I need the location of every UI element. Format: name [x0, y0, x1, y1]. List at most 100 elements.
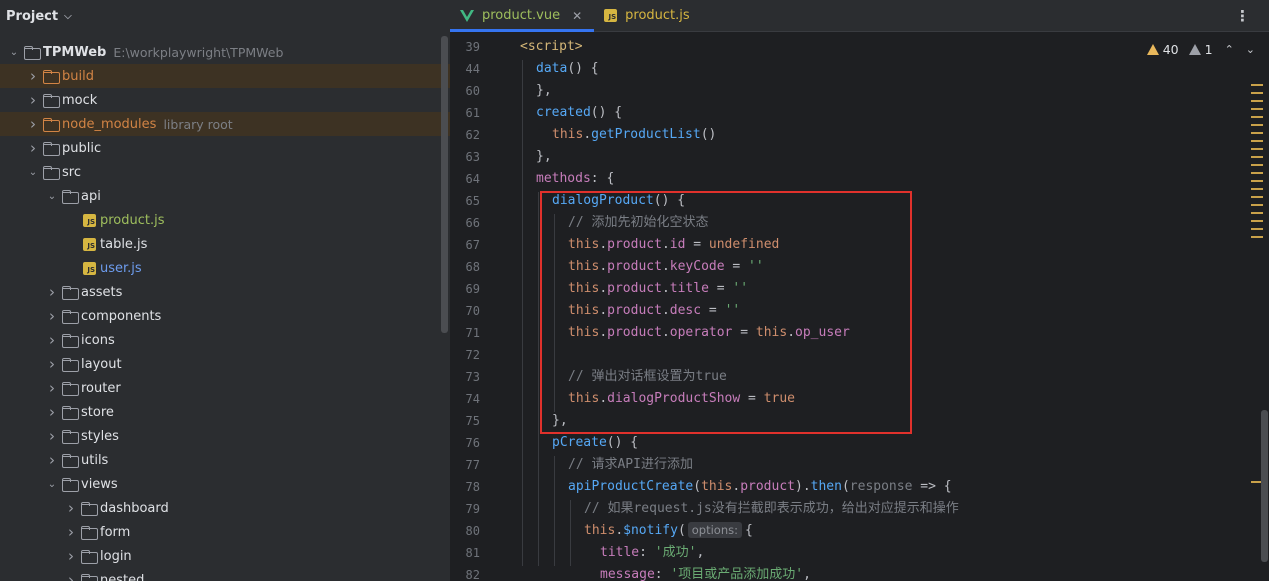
tree-item-components[interactable]: › components — [0, 304, 450, 328]
project-view-selector[interactable]: Project ⌵ — [0, 0, 450, 32]
chevron-down-icon[interactable]: ⌄ — [44, 184, 60, 208]
warning-marker[interactable] — [1251, 100, 1263, 102]
code-line[interactable]: data() { — [536, 58, 599, 80]
chevron-right-icon[interactable]: › — [44, 328, 60, 352]
tree-item-assets[interactable]: › assets — [0, 280, 450, 304]
code-line[interactable]: }, — [552, 410, 568, 432]
chevron-right-icon[interactable]: › — [63, 544, 79, 568]
tree-item-build[interactable]: › build — [0, 64, 450, 88]
code-line[interactable]: methods: { — [536, 168, 614, 190]
more-options-icon[interactable]: ⋮ — [1235, 0, 1250, 32]
chevron-right-icon[interactable]: › — [25, 88, 41, 112]
warning-marker[interactable] — [1251, 164, 1263, 166]
code-line[interactable]: this.product.desc = '' — [568, 300, 740, 322]
error-stripe[interactable] — [1249, 36, 1269, 581]
tree-item-src[interactable]: ⌄ src — [0, 160, 450, 184]
tab-product-vue[interactable]: product.vue ✕ — [450, 0, 595, 32]
warning-marker[interactable] — [1251, 156, 1263, 158]
code-token: id — [669, 237, 686, 252]
code-line[interactable]: // 弹出对话框设置为true — [568, 366, 727, 388]
warning-marker[interactable] — [1251, 92, 1263, 94]
code-line[interactable]: title: '成功', — [600, 542, 704, 564]
code-line[interactable]: // 请求API进行添加 — [568, 454, 693, 476]
tree-item-router[interactable]: › router — [0, 376, 450, 400]
chevron-down-icon[interactable]: ⌄ — [25, 160, 41, 184]
chevron-down-icon[interactable]: ⌄ — [44, 472, 60, 496]
chevron-right-icon[interactable]: › — [25, 136, 41, 160]
warning-marker[interactable] — [1251, 180, 1263, 182]
chevron-right-icon[interactable]: › — [25, 64, 41, 88]
warning-marker[interactable] — [1251, 236, 1263, 238]
code-line[interactable]: message: '项目或产品添加成功', — [600, 564, 811, 581]
warning-marker[interactable] — [1251, 212, 1263, 214]
code-line[interactable]: this.getProductList() — [552, 124, 716, 146]
tree-item-api[interactable]: ⌄ api — [0, 184, 450, 208]
tree-item-dashboard[interactable]: › dashboard — [0, 496, 450, 520]
tree-item-layout[interactable]: › layout — [0, 352, 450, 376]
tree-item-login[interactable]: › login — [0, 544, 450, 568]
warning-marker[interactable] — [1251, 148, 1263, 150]
code-token: this — [755, 325, 788, 340]
tree-item-tpmweb[interactable]: ⌄ TPMWeb E:\workplaywright\TPMWeb — [0, 40, 450, 64]
warning-marker[interactable] — [1251, 196, 1263, 198]
code-line[interactable]: // 如果request.js没有拦截即表示成功，给出对应提示和操作 — [584, 498, 959, 520]
code-line[interactable]: }, — [536, 146, 552, 168]
warning-marker[interactable] — [1251, 140, 1263, 142]
tree-item-mock[interactable]: › mock — [0, 88, 450, 112]
chevron-right-icon[interactable]: › — [44, 280, 60, 304]
chevron-right-icon[interactable]: › — [44, 304, 60, 328]
code-line[interactable]: }, — [536, 80, 552, 102]
tree-item-node-modules[interactable]: › node_modules library root — [0, 112, 450, 136]
chevron-right-icon[interactable]: › — [44, 448, 60, 472]
warning-marker[interactable] — [1251, 220, 1263, 222]
warning-marker[interactable] — [1251, 84, 1263, 86]
tree-item-table-js[interactable]: JS table.js — [0, 232, 450, 256]
code-line[interactable]: this.product.keyCode = '' — [568, 256, 764, 278]
chevron-right-icon[interactable]: › — [63, 568, 79, 581]
tree-item-store[interactable]: › store — [0, 400, 450, 424]
code-line[interactable]: this.$notify(options:{ — [584, 520, 753, 542]
inspection-widget[interactable]: 40 1 ⌃ ⌄ — [1146, 40, 1255, 58]
warning-marker[interactable] — [1251, 228, 1263, 230]
warning-marker[interactable] — [1251, 116, 1263, 118]
chevron-right-icon[interactable]: › — [63, 496, 79, 520]
tree-item-nested[interactable]: › nested — [0, 568, 450, 581]
tree-item-views[interactable]: ⌄ views — [0, 472, 450, 496]
warning-marker[interactable] — [1251, 132, 1263, 134]
code-line[interactable]: <script> — [520, 36, 583, 58]
tree-item-icons[interactable]: › icons — [0, 328, 450, 352]
code-line[interactable]: this.product.title = '' — [568, 278, 748, 300]
warning-marker[interactable] — [1251, 188, 1263, 190]
tree-item-user-js[interactable]: JS user.js — [0, 256, 450, 280]
code-line[interactable]: // 添加先初始化空状态 — [568, 212, 708, 234]
tree-item-product-js[interactable]: JS product.js — [0, 208, 450, 232]
tree-item-utils[interactable]: › utils — [0, 448, 450, 472]
code-line[interactable]: this.dialogProductShow = true — [568, 388, 795, 410]
tree-item-public[interactable]: › public — [0, 136, 450, 160]
project-tree-scrollbar[interactable] — [441, 36, 448, 333]
code-line[interactable]: this.product.id = undefined — [568, 234, 779, 256]
code-line[interactable]: this.product.operator = this.op_user — [568, 322, 850, 344]
chevron-up-icon[interactable]: ⌃ — [1225, 43, 1234, 56]
code-line[interactable]: dialogProduct() { — [552, 190, 685, 212]
code-line[interactable]: apiProductCreate(this.product).then(resp… — [568, 476, 952, 498]
chevron-right-icon[interactable]: › — [44, 400, 60, 424]
warning-marker[interactable] — [1251, 172, 1263, 174]
chevron-right-icon[interactable]: › — [44, 424, 60, 448]
warning-marker[interactable] — [1251, 108, 1263, 110]
chevron-right-icon[interactable]: › — [44, 352, 60, 376]
chevron-right-icon[interactable]: › — [44, 376, 60, 400]
chevron-right-icon[interactable]: › — [63, 520, 79, 544]
tab-product-js[interactable]: JS product.js — [594, 0, 702, 31]
warning-marker[interactable] — [1251, 204, 1263, 206]
code-line[interactable]: pCreate() { — [552, 432, 638, 454]
chevron-right-icon[interactable]: › — [25, 112, 41, 136]
warning-marker[interactable] — [1251, 124, 1263, 126]
close-icon[interactable]: ✕ — [572, 9, 582, 23]
tree-item-form[interactable]: › form — [0, 520, 450, 544]
chevron-down-icon[interactable]: ⌄ — [6, 40, 22, 64]
code-line[interactable]: created() { — [536, 102, 622, 124]
editor-scrollbar[interactable] — [1261, 410, 1268, 562]
code-content[interactable]: <script> data() {}, created() {this.getPro… — [520, 36, 1240, 581]
tree-item-styles[interactable]: › styles — [0, 424, 450, 448]
